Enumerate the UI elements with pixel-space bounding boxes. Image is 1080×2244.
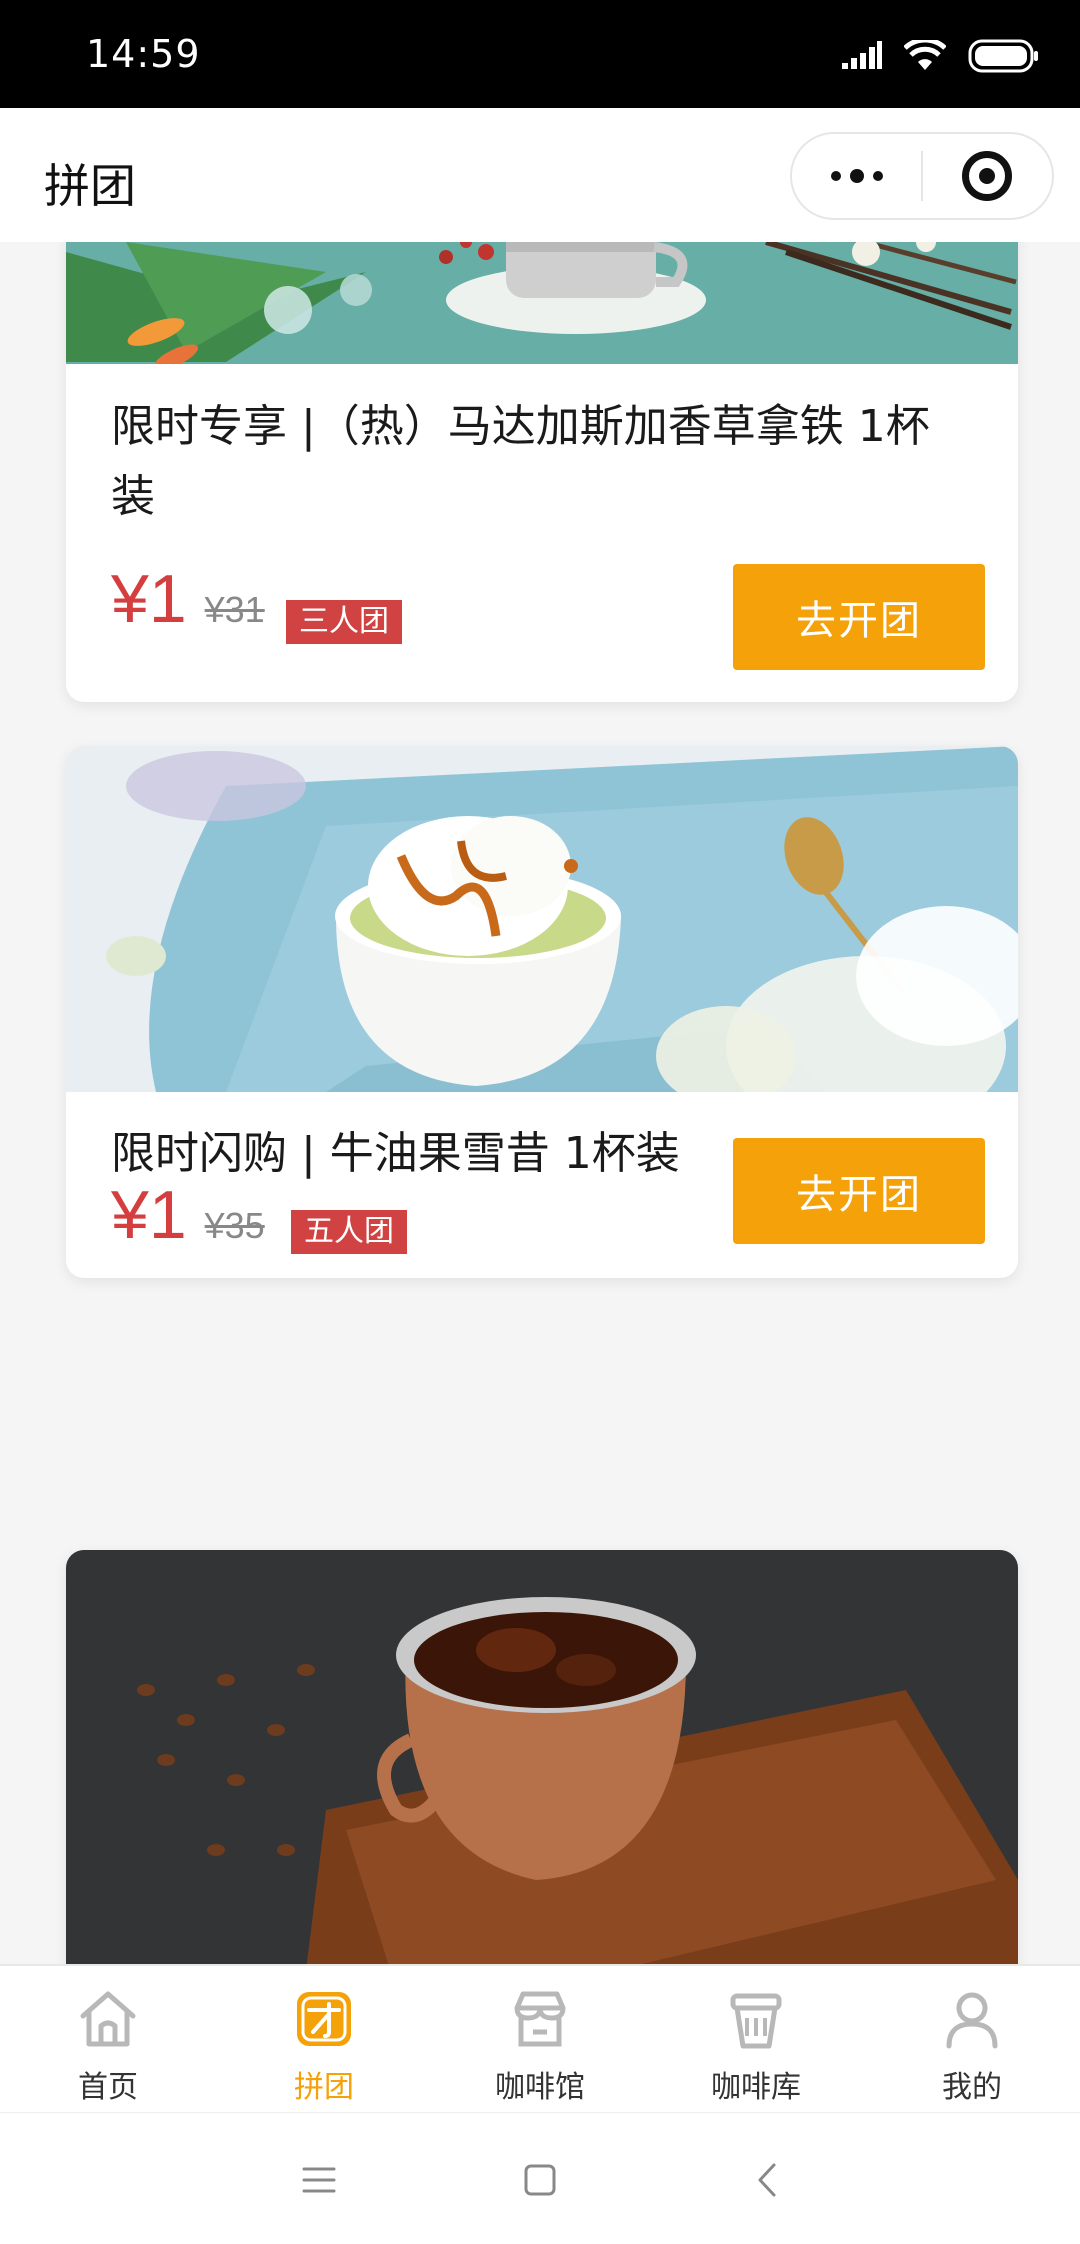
profile-icon [946, 1992, 998, 2049]
tab-label: 我的 [942, 2070, 1002, 2105]
start-group-button[interactable]: 去开团 [733, 564, 985, 670]
target-icon [962, 151, 1013, 201]
more-options-button[interactable] [792, 134, 921, 218]
price-row: ¥1 ¥31 [111, 560, 265, 638]
price-row: ¥1 ¥35 [111, 1176, 265, 1254]
tab-label: 咖啡库 [711, 2070, 801, 2105]
home-square-icon[interactable] [513, 2153, 567, 2207]
tab-coffee-shop[interactable]: 咖啡馆 [432, 1966, 648, 2112]
tab-profile[interactable]: 我的 [864, 1966, 1080, 2112]
start-group-button[interactable]: 去开团 [733, 1138, 985, 1244]
status-time: 14:59 [86, 32, 201, 76]
product-title: 限时专享 |（热）马达加斯加香草拿铁 1杯装 [111, 401, 930, 522]
tab-group-buy[interactable]: 拼团 [216, 1966, 432, 2112]
group-size-badge: 五人团 [291, 1210, 407, 1254]
wifi-icon [904, 40, 946, 70]
cellular-signal-icon [842, 41, 882, 69]
original-price: ¥35 [204, 1205, 265, 1246]
system-navigation-bar [0, 2112, 1080, 2244]
original-price: ¥31 [204, 589, 265, 630]
product-card[interactable]: 限时专享 |（热）马达加斯加香草拿铁 1杯装 ¥1 ¥31 三人团 去开团 [66, 242, 1018, 702]
product-image [66, 242, 1018, 364]
group-size-badge: 三人团 [286, 600, 402, 644]
battery-icon [968, 39, 1038, 73]
group-price: ¥1 [111, 561, 187, 637]
status-bar: 14:59 [0, 0, 1080, 108]
tab-coffee-library[interactable]: 咖啡库 [648, 1966, 864, 2112]
product-image [66, 746, 1018, 1092]
back-icon[interactable] [740, 2153, 794, 2207]
tab-label: 首页 [78, 2070, 138, 2105]
navigation-bar: 拼团 [0, 108, 1080, 242]
tab-label: 拼团 [294, 2070, 354, 2105]
product-card[interactable]: 限时闪购 | 牛油果雪昔 1杯装 ¥1 ¥35 五人团 去开团 [66, 746, 1018, 1278]
home-icon [80, 1991, 136, 2047]
menu-icon[interactable] [292, 2153, 346, 2207]
product-image [66, 1550, 1018, 1964]
close-mini-program-button[interactable] [923, 134, 1052, 218]
mini-program-capsule [790, 132, 1054, 220]
status-icons [842, 36, 1040, 76]
coffee-cup-icon [730, 1993, 782, 2049]
product-card[interactable] [66, 1550, 1018, 1964]
bottom-tab-bar: 首页 拼团 咖啡馆 咖啡库 我的 [0, 1964, 1080, 2112]
tab-label: 咖啡馆 [495, 2070, 585, 2105]
page-title: 拼团 [44, 159, 136, 213]
group-buy-icon [297, 1992, 351, 2046]
product-list[interactable]: 限时专享 |（热）马达加斯加香草拿铁 1杯装 ¥1 ¥31 三人团 去开团 限时… [0, 242, 1080, 1964]
group-price: ¥1 [111, 1177, 187, 1253]
store-icon [514, 1991, 566, 2047]
tab-home[interactable]: 首页 [0, 1966, 216, 2112]
